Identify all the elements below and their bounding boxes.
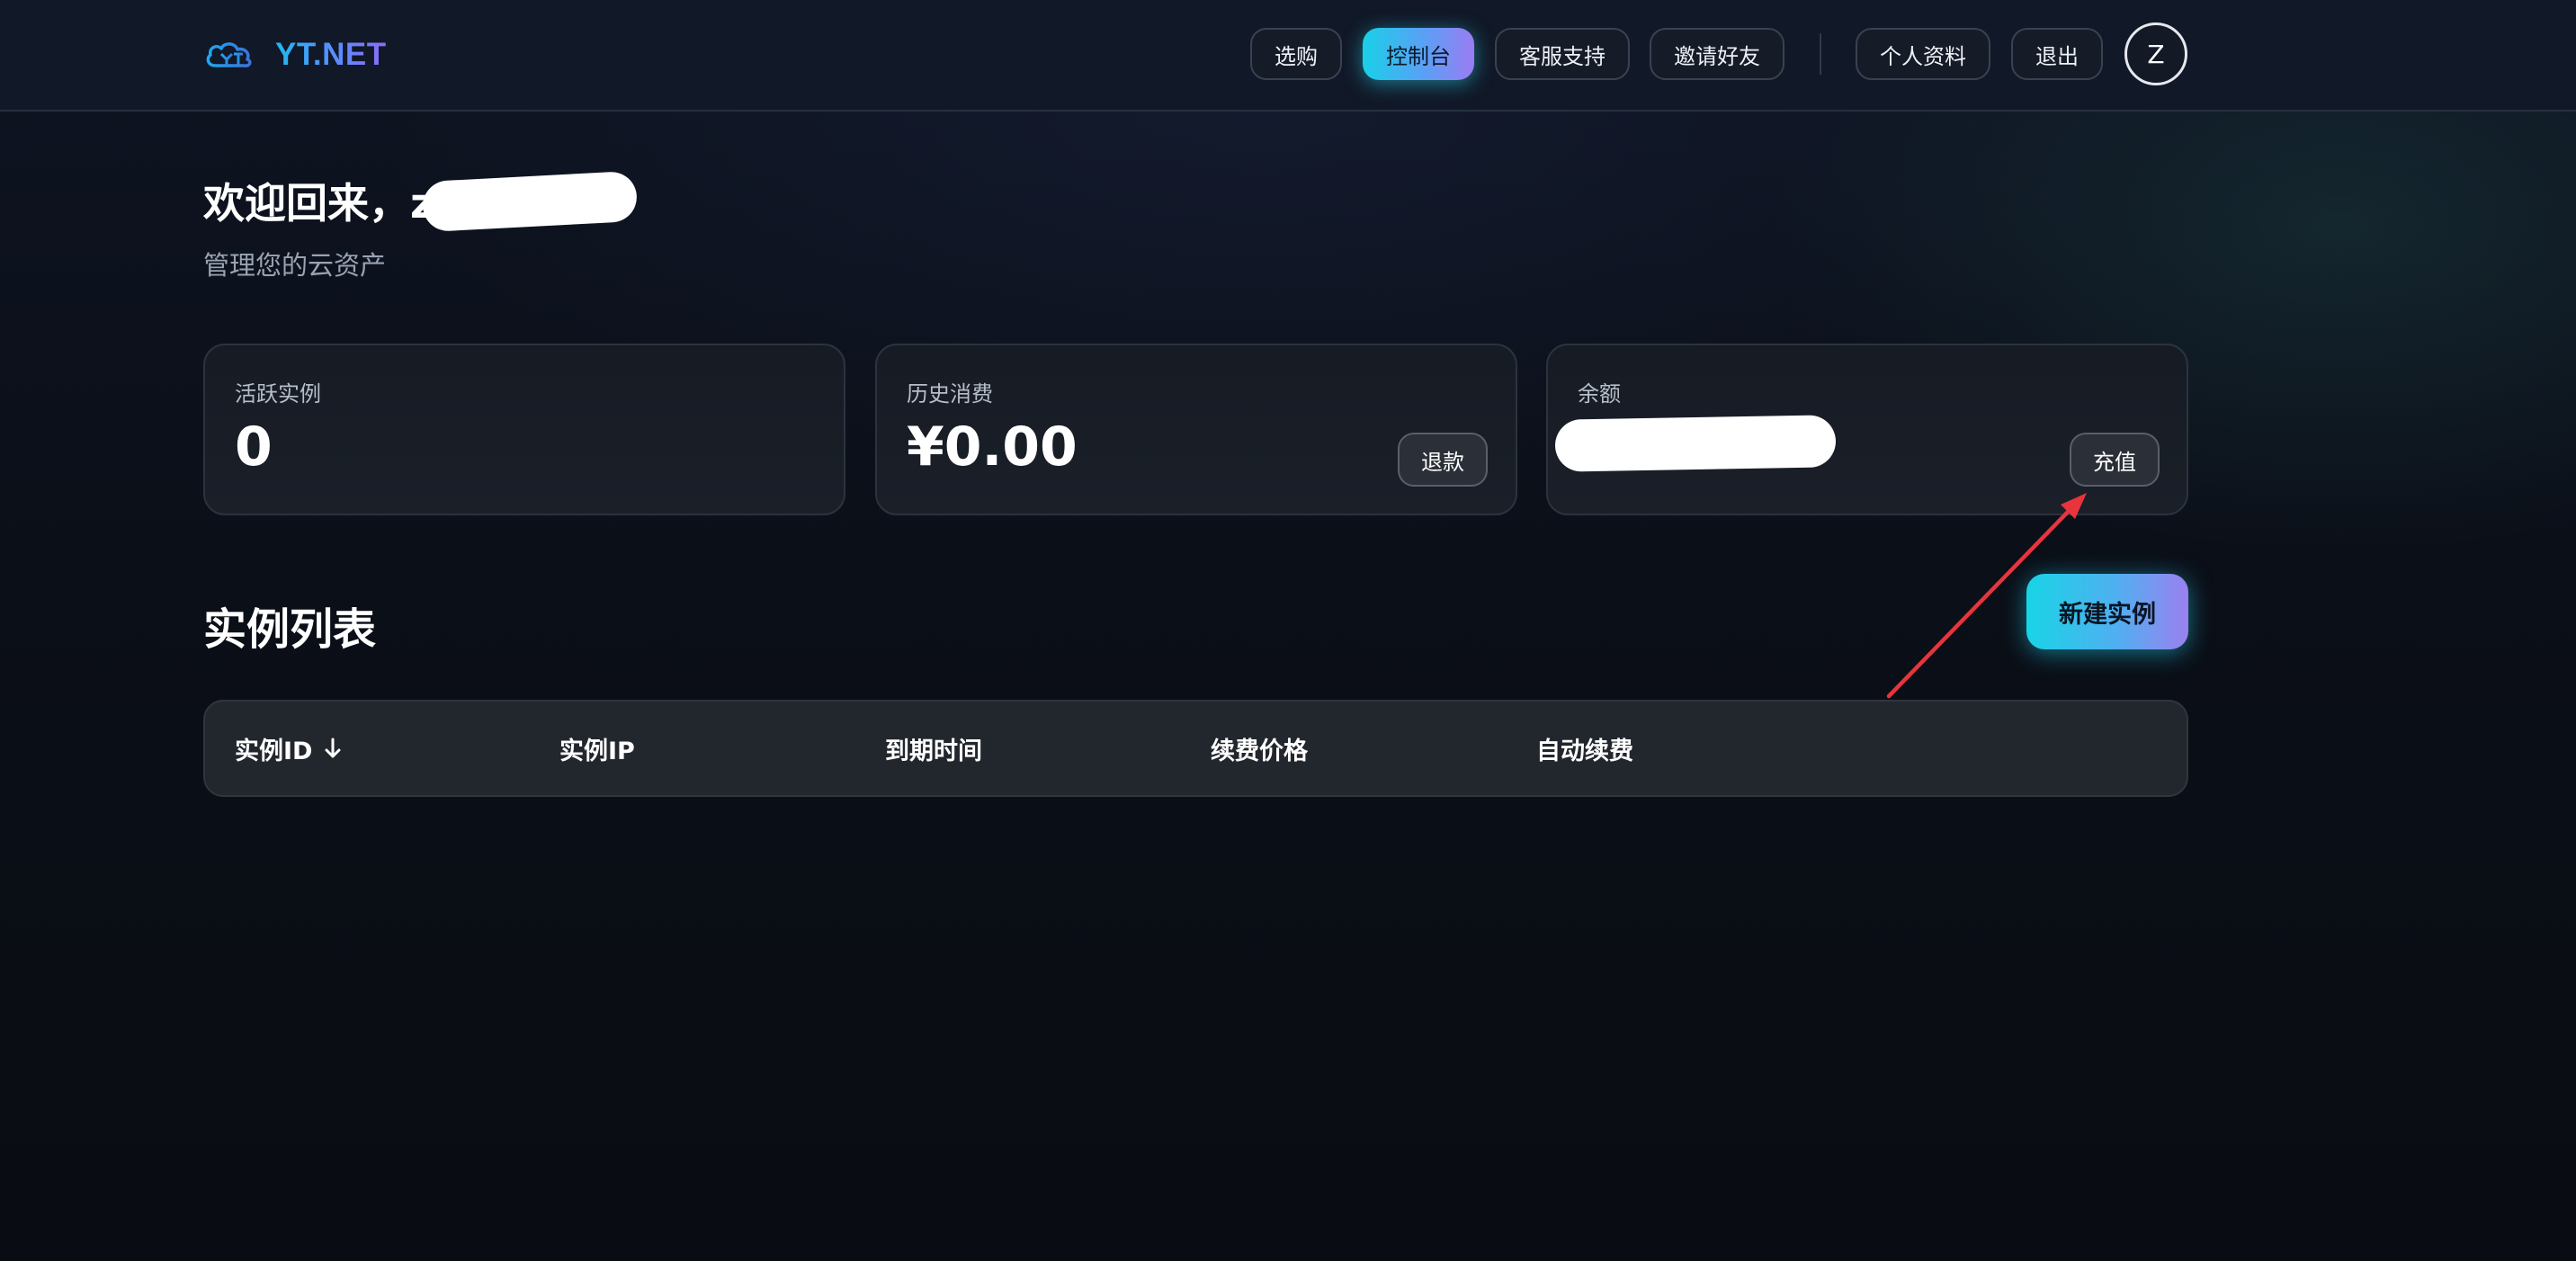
logout-button[interactable]: 退出 xyxy=(2011,28,2103,80)
new-instance-button[interactable]: 新建实例 xyxy=(2026,574,2188,649)
redacted-username xyxy=(421,170,639,233)
redacted-balance xyxy=(1554,415,1837,472)
instance-table-header: 实例ID 实例IP 到期时间 续费价格 自动续费 xyxy=(203,700,2188,797)
user-avatar[interactable]: Z xyxy=(2124,22,2187,85)
sort-down-icon[interactable] xyxy=(323,737,343,760)
refund-button[interactable]: 退款 xyxy=(1398,433,1488,487)
column-renewal-price: 续费价格 xyxy=(1211,737,1308,765)
nav-divider xyxy=(1820,33,1821,75)
stat-card-active-instances: 活跃实例 0 xyxy=(203,344,845,515)
nav-console-button[interactable]: 控制台 xyxy=(1363,28,1474,80)
column-label: 实例ID xyxy=(235,737,313,765)
stat-card-history-spend: 历史消费 ¥0.00 退款 xyxy=(875,344,1517,515)
column-expiry-time: 到期时间 xyxy=(885,737,982,765)
welcome-title: 欢迎回来，z xyxy=(203,179,434,228)
top-nav-bar: YT.NET 选购 控制台 客服支持 邀请好友 个人资料 退出 Z xyxy=(0,0,2576,112)
brand-logo[interactable]: YT.NET xyxy=(203,32,387,77)
instance-list-title: 实例列表 xyxy=(203,604,377,655)
stat-card-balance: 余额 充值 xyxy=(1546,344,2188,515)
cloud-logo-icon xyxy=(206,42,252,67)
stat-value: ¥0.00 xyxy=(907,416,1078,478)
welcome-subtitle: 管理您的云资产 xyxy=(203,250,387,281)
nav-support-button[interactable]: 客服支持 xyxy=(1495,28,1630,80)
recharge-button[interactable]: 充值 xyxy=(2070,433,2160,487)
brand-name: YT.NET xyxy=(275,37,387,72)
stat-value: 0 xyxy=(235,416,273,478)
column-instance-ip: 实例IP xyxy=(559,737,635,765)
column-auto-renew: 自动续费 xyxy=(1536,737,1633,765)
stat-label: 历史消费 xyxy=(907,381,993,407)
nav-invite-button[interactable]: 邀请好友 xyxy=(1650,28,1784,80)
profile-button[interactable]: 个人资料 xyxy=(1856,28,1990,80)
stat-label: 活跃实例 xyxy=(235,381,321,407)
stat-label: 余额 xyxy=(1578,381,1621,407)
nav-shop-button[interactable]: 选购 xyxy=(1250,28,1342,80)
column-instance-id[interactable]: 实例ID xyxy=(235,702,343,795)
